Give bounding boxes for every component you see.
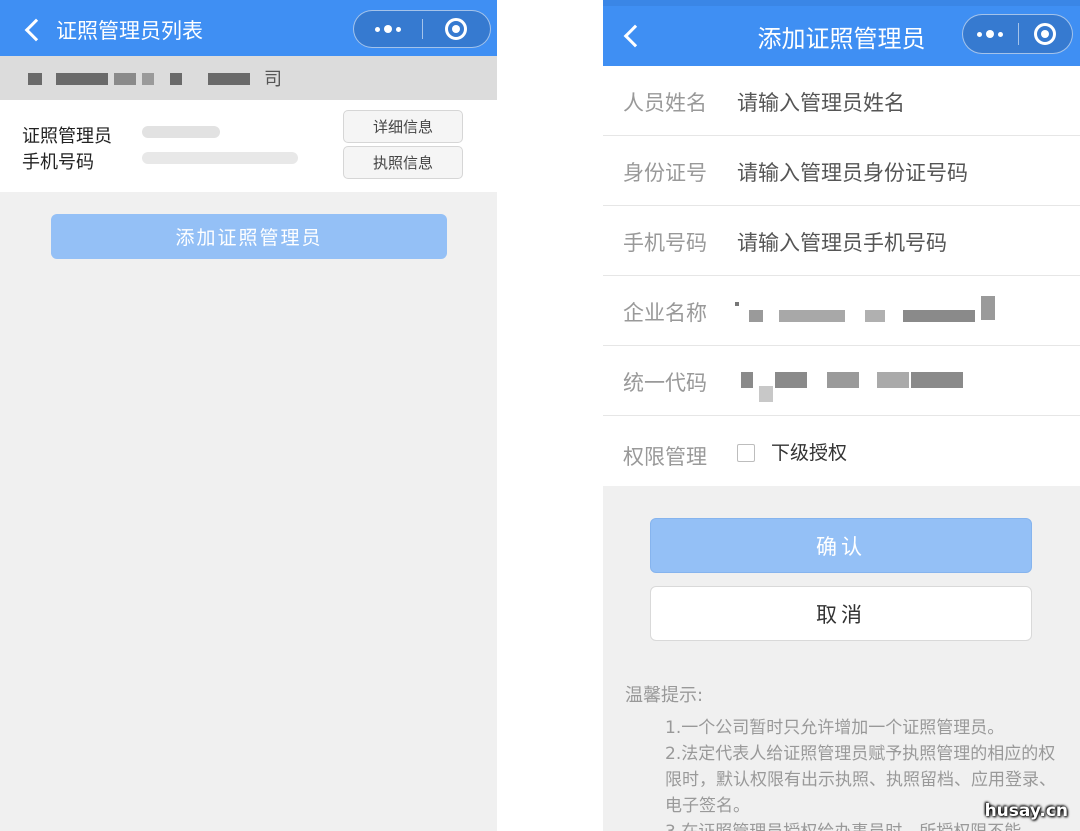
cancel-button[interactable]: 取消 <box>650 586 1032 641</box>
phone-label: 手机号码 <box>22 152 94 173</box>
unified-code-row: 统一代码 <box>603 346 1080 416</box>
redacted-company-name <box>208 73 250 85</box>
permission-row: 权限管理 下级授权 <box>603 416 1080 486</box>
redacted-company-name <box>865 310 885 322</box>
redacted-company-name <box>170 73 182 85</box>
tips-title: 温馨提示: <box>625 685 704 706</box>
close-target-icon[interactable] <box>422 11 490 47</box>
more-menu-icon[interactable] <box>354 11 422 47</box>
left-screen: 证照管理员列表 司 证照管理员 手机号码 详细信息 执照信息 添加证照管理员 <box>0 0 497 831</box>
right-screen: 添加证照管理员 人员姓名 请输入管理员姓名 身份证号 请输入管理员身份证号码 手… <box>603 0 1080 831</box>
navigation-bar: 证照管理员列表 <box>0 0 497 56</box>
confirm-button[interactable]: 确认 <box>650 518 1032 573</box>
redacted-company-name <box>28 73 42 85</box>
company-name-text: 司 <box>264 69 282 90</box>
tip-item: 1.一个公司暂时只允许增加一个证照管理员。 <box>665 718 1005 738</box>
sub-authorization-label[interactable]: 下级授权 <box>771 438 847 465</box>
watermark: husay.cn <box>984 801 1068 821</box>
name-input[interactable]: 请输入管理员姓名 <box>737 87 905 117</box>
name-label: 人员姓名 <box>623 91 707 115</box>
name-row[interactable]: 人员姓名 请输入管理员姓名 <box>603 66 1080 136</box>
unified-code-label: 统一代码 <box>623 371 707 395</box>
id-card-input[interactable]: 请输入管理员身份证号码 <box>737 157 968 187</box>
redacted-code <box>827 372 859 388</box>
redacted-company-name <box>749 310 763 322</box>
license-info-button[interactable]: 执照信息 <box>343 146 463 179</box>
close-target-icon[interactable] <box>1018 15 1073 53</box>
company-row: 企业名称 <box>603 276 1080 346</box>
id-card-row[interactable]: 身份证号 请输入管理员身份证号码 <box>603 136 1080 206</box>
status-bar <box>603 0 1080 6</box>
redacted-company-name <box>903 310 975 322</box>
detail-info-button[interactable]: 详细信息 <box>343 110 463 143</box>
add-admin-form: 人员姓名 请输入管理员姓名 身份证号 请输入管理员身份证号码 手机号码 请输入管… <box>603 66 1080 486</box>
redacted-phone-number <box>142 152 298 164</box>
page-title: 证照管理员列表 <box>56 19 203 43</box>
phone-row[interactable]: 手机号码 请输入管理员手机号码 <box>603 206 1080 276</box>
redacted-company-name <box>142 73 154 85</box>
redacted-company-name <box>779 310 845 322</box>
phone-input[interactable]: 请输入管理员手机号码 <box>737 227 947 257</box>
redacted-company-name <box>114 73 136 85</box>
id-card-label: 身份证号 <box>623 161 707 185</box>
company-label: 企业名称 <box>623 301 707 325</box>
redacted-code <box>759 386 773 402</box>
redacted-company-name <box>981 296 995 320</box>
redacted-company-name <box>56 73 108 85</box>
navigation-bar: 添加证照管理员 <box>603 0 1080 66</box>
redacted-company-name <box>735 302 739 306</box>
back-arrow-icon[interactable] <box>24 18 48 42</box>
permission-label: 权限管理 <box>623 445 707 469</box>
admin-label: 证照管理员 <box>22 126 112 147</box>
company-name-bar: 司 <box>0 56 497 100</box>
redacted-code <box>911 372 963 388</box>
phone-label: 手机号码 <box>623 231 707 255</box>
more-menu-icon[interactable] <box>963 15 1018 53</box>
miniprogram-capsule <box>962 14 1073 54</box>
redacted-code <box>775 372 807 388</box>
redacted-admin-name <box>142 126 220 138</box>
redacted-code <box>741 372 753 388</box>
redacted-code <box>877 372 909 388</box>
miniprogram-capsule <box>353 10 491 48</box>
add-admin-button[interactable]: 添加证照管理员 <box>51 214 447 259</box>
sub-authorization-checkbox[interactable] <box>737 444 755 462</box>
admin-card: 证照管理员 手机号码 详细信息 执照信息 <box>0 100 497 192</box>
